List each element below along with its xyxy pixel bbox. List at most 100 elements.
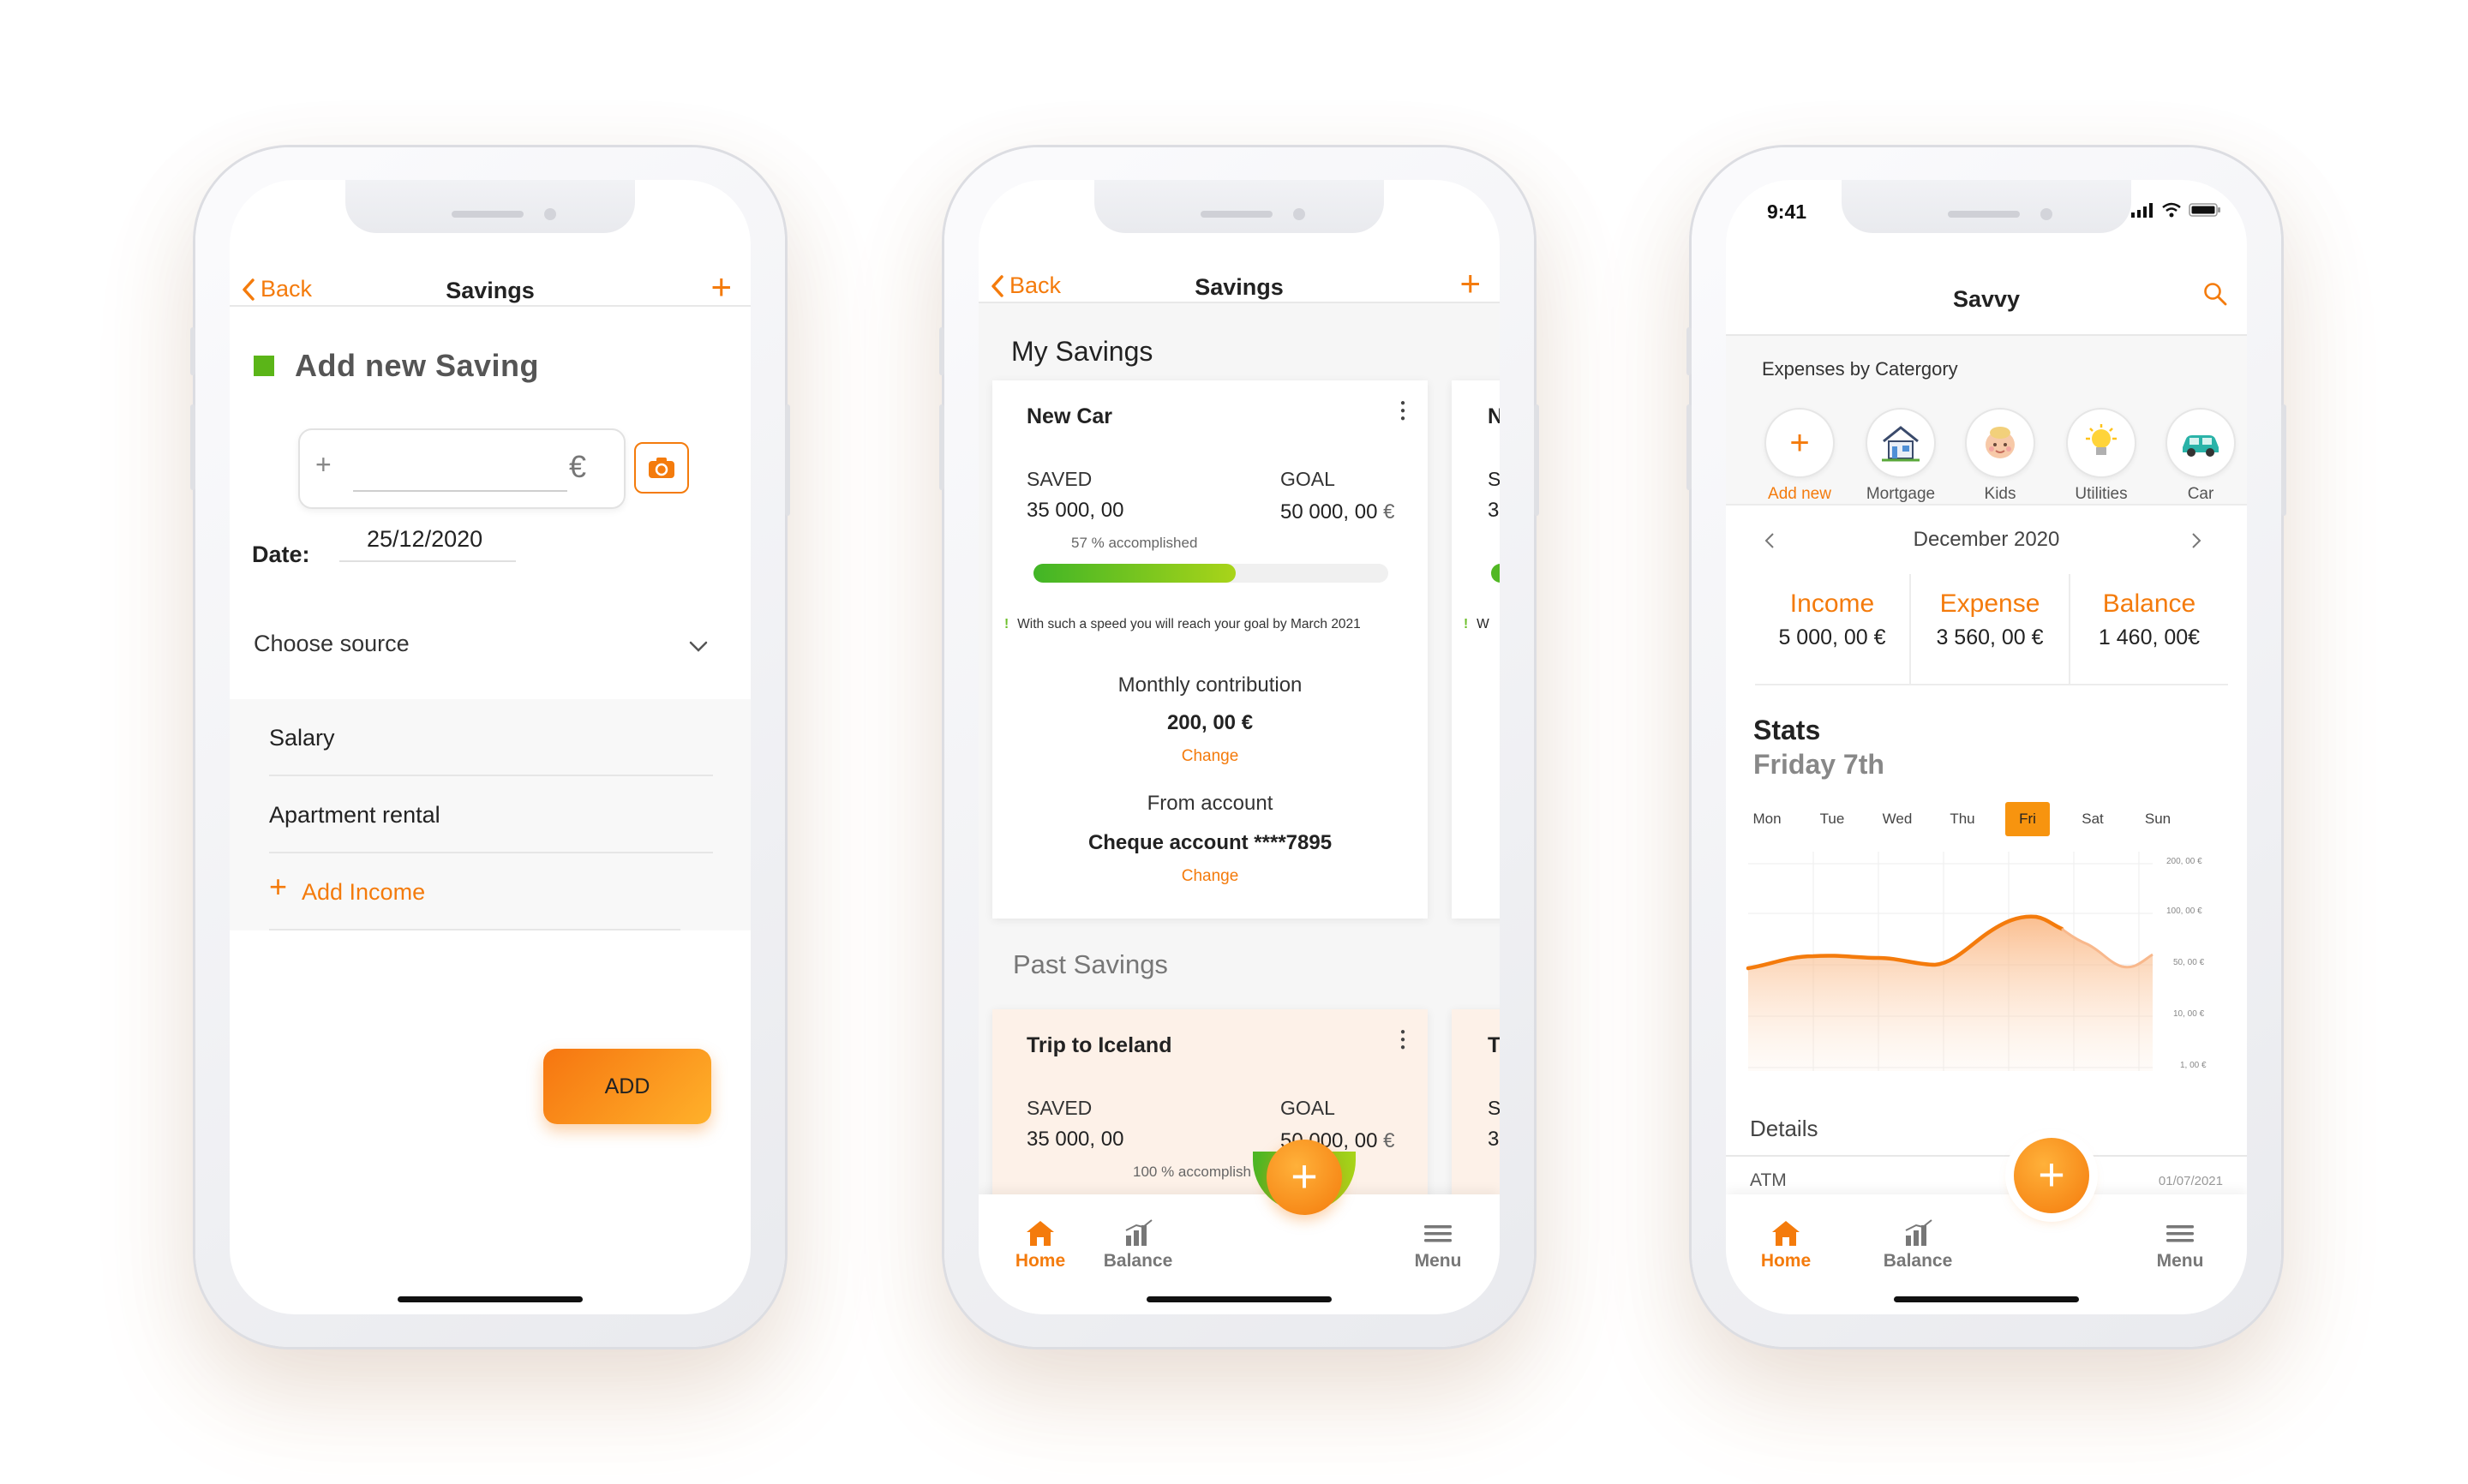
stats-chart: 200, 00 € 100, 00 € 50, 00 € 10, 00 € 1,… <box>1745 852 2225 1073</box>
add-income-button[interactable]: + Add Income <box>269 853 680 930</box>
add-fab-button[interactable]: + <box>2014 1138 2089 1213</box>
day-fri-selected[interactable]: Fri <box>2005 802 2050 836</box>
plus-icon: + <box>1789 423 1810 462</box>
section-title: My Savings <box>1011 336 1153 367</box>
more-options-icon[interactable]: ● ● ● <box>1400 399 1407 423</box>
house-icon <box>1882 426 1920 462</box>
tab-home-label: Home <box>1015 1251 1066 1271</box>
day-label: Fri <box>2019 811 2036 827</box>
day-sun[interactable]: Sun <box>2136 802 2180 836</box>
date-field[interactable]: 25/12/2020 <box>339 521 516 562</box>
amount-input[interactable] <box>353 490 567 492</box>
month-selector: December 2020 <box>1726 504 2247 565</box>
saved-label: SAVED <box>1027 468 1093 490</box>
category-add-new[interactable]: + Add new <box>1758 408 1841 504</box>
change-account-link[interactable]: Change <box>992 867 1428 886</box>
note-text: With such a speed you will reach your go… <box>1017 617 1361 631</box>
day-sat[interactable]: Sat <box>2070 802 2115 836</box>
chart-area <box>1748 916 2153 1071</box>
tab-home[interactable]: Home <box>989 1218 1092 1272</box>
past-card-peek[interactable]: T S 3 <box>1452 1009 1500 1215</box>
day-label: Thu <box>1950 811 1975 827</box>
peek-saved-label: S <box>1488 468 1500 490</box>
month-label: December 2020 <box>1913 528 2060 551</box>
summary-balance[interactable]: Balance 1 460, 00€ <box>2070 574 2228 684</box>
day-tue[interactable]: Tue <box>1810 802 1854 836</box>
saving-card[interactable]: New Car ● ● ● SAVED 35 000, 00 GOAL 50 000… <box>992 380 1428 919</box>
add-income-label: Add Income <box>302 879 426 905</box>
more-options-icon[interactable]: ● ● ● <box>1400 1028 1407 1052</box>
phone-add-saving: Back Savings + Add new Saving + € Date: … <box>190 147 790 1347</box>
hamburger-icon <box>1424 1225 1452 1242</box>
change-monthly-link[interactable]: Change <box>992 747 1428 766</box>
app-title: Savvy <box>1952 286 2021 312</box>
peek-note: ! W <box>1464 617 1489 631</box>
category-car[interactable]: Car <box>2160 408 2242 504</box>
summary-expense[interactable]: Expense 3 560, 00 € <box>1911 574 2070 684</box>
past-goal-currency: € <box>1383 1129 1395 1152</box>
screen: 9:41 Savvy Expenses by Catergory + Add n… <box>1726 180 2247 1314</box>
notch <box>345 180 635 233</box>
category-list: + Add new Mortgage Kids Utilities Car <box>1726 408 2247 504</box>
currency-symbol: € <box>568 449 586 484</box>
category-kids[interactable]: Kids <box>1959 408 2041 504</box>
tab-menu[interactable]: Menu <box>1387 1218 1489 1272</box>
goal-value: 50 000, 00 <box>1280 500 1378 524</box>
tab-balance[interactable]: Balance <box>1866 1218 1969 1272</box>
notch <box>1094 180 1384 233</box>
day-label: Sat <box>2082 811 2104 827</box>
day-mon[interactable]: Mon <box>1745 802 1789 836</box>
past-savings-title: Past Savings <box>1013 949 1168 979</box>
detail-date: 01/07/2021 <box>2158 1174 2223 1188</box>
add-fab-button[interactable]: + <box>1267 1140 1342 1215</box>
search-icon[interactable] <box>2202 281 2228 307</box>
past-saving-card[interactable]: Trip to Iceland ● ● ● SAVED 35 000, 00 GOA… <box>992 1009 1428 1215</box>
saved-value: 35 000, 00 <box>1027 499 1124 522</box>
add-icon[interactable]: + <box>1459 266 1481 302</box>
past-name: Trip to Iceland <box>1027 1033 1172 1057</box>
home-icon <box>1772 1221 1800 1246</box>
summary-row: Income 5 000, 00 € Expense 3 560, 00 € B… <box>1755 574 2228 685</box>
peek-progress <box>1491 564 1500 583</box>
tab-menu-label: Menu <box>1414 1251 1462 1271</box>
summary-income[interactable]: Income 5 000, 00 € <box>1755 574 1911 684</box>
chevron-right-icon[interactable] <box>2190 531 2202 550</box>
saving-card-peek[interactable]: N S 3 ! W <box>1452 380 1500 919</box>
home-indicator <box>1147 1296 1332 1302</box>
detail-name: ATM <box>1750 1170 1787 1190</box>
day-selector: Mon Tue Wed Thu Fri Sat Sun <box>1745 802 2225 840</box>
add-button[interactable]: ADD <box>543 1049 711 1124</box>
tab-balance[interactable]: Balance <box>1087 1218 1189 1272</box>
category-label: Kids <box>1984 485 2016 503</box>
amount-field[interactable]: + € <box>298 428 626 509</box>
day-wed[interactable]: Wed <box>1875 802 1920 836</box>
past-goal-label: GOAL <box>1280 1097 1335 1119</box>
camera-icon <box>649 458 674 478</box>
add-button-label: ADD <box>604 1074 650 1098</box>
tab-home[interactable]: Home <box>1734 1218 1837 1272</box>
lightbulb-icon <box>2086 424 2117 455</box>
nav-title: Savings <box>1195 274 1284 300</box>
details-title: Details <box>1750 1116 1818 1141</box>
category-mortgage[interactable]: Mortgage <box>1860 408 1942 504</box>
bar-chart-icon <box>1125 1219 1153 1246</box>
category-label: Utilities <box>2075 485 2128 503</box>
tab-balance-label: Balance <box>1103 1251 1173 1271</box>
peek-title: N <box>1488 404 1500 428</box>
day-thu[interactable]: Thu <box>1940 802 1985 836</box>
option-label: Salary <box>269 725 335 751</box>
add-icon[interactable]: + <box>710 269 732 305</box>
list-item[interactable]: Apartment rental <box>269 776 713 853</box>
past-peek-saved-label: S <box>1488 1097 1500 1119</box>
chevron-down-icon <box>689 641 708 652</box>
page-title: Add new Saving <box>295 348 540 383</box>
tab-menu[interactable]: Menu <box>2129 1218 2231 1272</box>
category-utilities[interactable]: Utilities <box>2060 408 2142 504</box>
progress-text: 57 % accomplished <box>1071 535 1198 551</box>
camera-button[interactable] <box>634 442 689 494</box>
choose-source-dropdown[interactable]: Choose source <box>254 631 716 673</box>
list-item[interactable]: Salary <box>269 699 713 776</box>
summary-value: 3 560, 00 € <box>1936 625 2044 649</box>
green-square-icon <box>254 356 274 376</box>
past-peek-title: T <box>1488 1033 1500 1057</box>
